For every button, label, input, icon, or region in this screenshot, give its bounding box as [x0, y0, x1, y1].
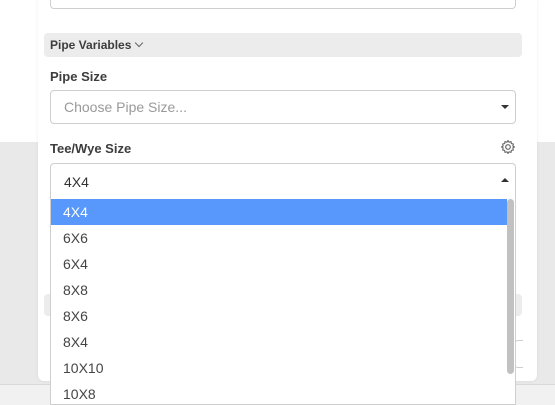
dropdown-option[interactable]: 8X4: [51, 329, 507, 355]
dropdown-scrollbar[interactable]: [507, 199, 514, 374]
caret-up-icon: [501, 178, 509, 182]
caret-down-icon: [501, 105, 509, 109]
tee-wye-size-label: Tee/Wye Size: [50, 141, 132, 156]
dropdown-option[interactable]: 10X8: [51, 381, 507, 404]
chevron-down-icon[interactable]: [135, 38, 144, 48]
pipe-size-placeholder: Choose Pipe Size...: [64, 99, 187, 115]
dropdown-option[interactable]: 8X8: [51, 277, 507, 303]
section-header-pipe-variables[interactable]: Pipe Variables: [44, 33, 522, 57]
tee-wye-size-dropdown: 4X4 6X6 6X4 8X8 8X6 8X4 10X10 10X8: [50, 199, 516, 405]
pipe-size-select[interactable]: Choose Pipe Size...: [50, 90, 516, 124]
tee-wye-size-value: 4X4: [64, 173, 89, 190]
section-title: Pipe Variables: [50, 38, 132, 52]
dropdown-option[interactable]: 6X6: [51, 225, 507, 251]
previous-field-input[interactable]: [50, 0, 516, 9]
dropdown-option[interactable]: 6X4: [51, 251, 507, 277]
tee-wye-size-select[interactable]: 4X4: [50, 163, 516, 200]
dropdown-option[interactable]: 8X6: [51, 303, 507, 329]
pipe-size-label: Pipe Size: [50, 69, 108, 84]
dropdown-option[interactable]: 10X10: [51, 355, 507, 381]
gear-icon[interactable]: [500, 139, 516, 155]
dropdown-option[interactable]: 4X4: [51, 199, 507, 225]
